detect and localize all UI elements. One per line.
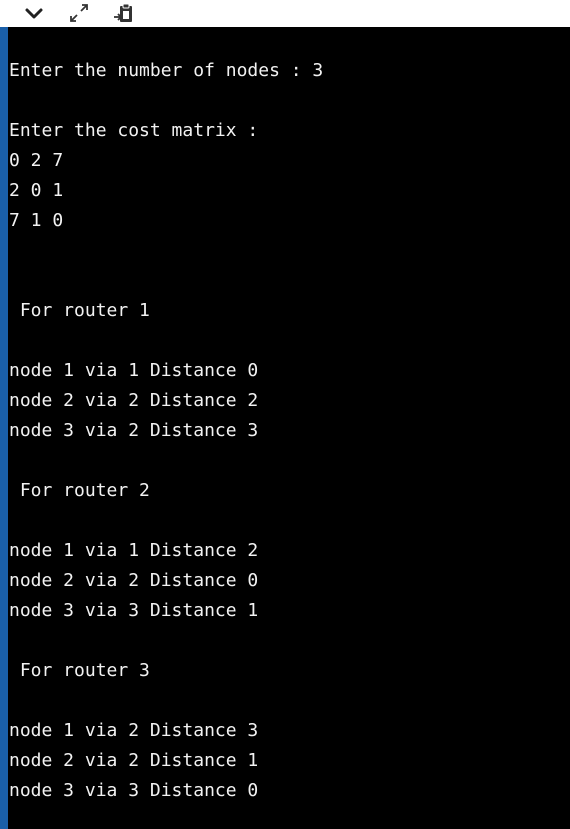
console-line: node 1 via 1 Distance 2 — [9, 540, 259, 561]
console-line: 7 1 0 — [9, 210, 64, 231]
output-toolbar — [0, 0, 570, 27]
maximize-button[interactable] — [67, 3, 91, 25]
console-line: node 3 via 3 Distance 1 — [9, 600, 259, 621]
console-line: For router 2 — [9, 480, 150, 501]
console-output: Enter the number of nodes : 3 Enter the … — [9, 27, 570, 829]
collapse-button[interactable] — [22, 3, 46, 25]
console-line: node 3 via 2 Distance 3 — [9, 420, 259, 441]
console-line: 2 0 1 — [9, 180, 64, 201]
expand-icon — [70, 4, 88, 22]
console-line: node 2 via 2 Distance 1 — [9, 750, 259, 771]
console-line: node 3 via 3 Distance 0 — [9, 780, 259, 801]
copy-output-button[interactable] — [112, 3, 136, 25]
console-window: Enter the number of nodes : 3 Enter the … — [0, 0, 570, 829]
console-line: Enter the number of nodes : 3 — [9, 60, 324, 81]
console-line: For router 1 — [9, 300, 150, 321]
console-line: Enter the cost matrix : — [9, 120, 259, 141]
console-line: node 2 via 2 Distance 0 — [9, 570, 259, 591]
window-edge-bar — [0, 27, 8, 829]
console-line: 0 2 7 — [9, 150, 64, 171]
console-line: For router 3 — [9, 660, 150, 681]
console-line: node 1 via 2 Distance 3 — [9, 720, 259, 741]
chevron-down-icon — [25, 8, 43, 19]
console-line: node 1 via 1 Distance 0 — [9, 360, 259, 381]
clipboard-export-icon — [114, 3, 132, 22]
console-line: node 2 via 2 Distance 2 — [9, 390, 259, 411]
